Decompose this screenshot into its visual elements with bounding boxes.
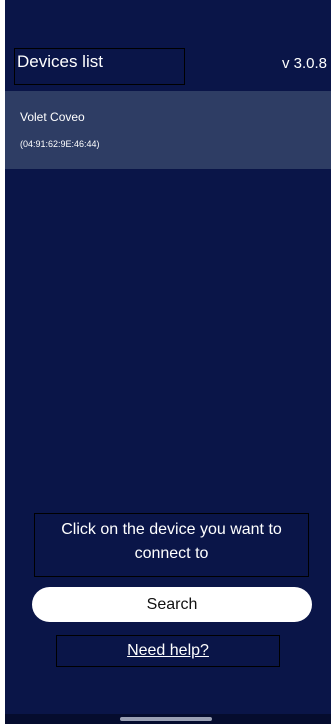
help-container: Need help? <box>56 635 280 667</box>
device-mac-address: (04:91:62:9E:46:44) <box>20 139 100 149</box>
search-button[interactable]: Search <box>32 587 312 622</box>
device-name: Volet Coveo <box>20 110 85 124</box>
version-label: v 3.0.8 <box>281 55 327 72</box>
instruction-text: Click on the device you want to connect … <box>34 513 309 577</box>
need-help-link[interactable]: Need help? <box>127 642 209 659</box>
device-list-item[interactable]: Volet Coveo (04:91:62:9E:46:44) <box>5 91 331 169</box>
devices-screen: Devices list v 3.0.8 Volet Coveo (04:91:… <box>5 0 331 724</box>
system-nav-bar <box>5 714 331 724</box>
home-indicator[interactable] <box>120 717 212 721</box>
page-title: Devices list <box>14 48 185 85</box>
